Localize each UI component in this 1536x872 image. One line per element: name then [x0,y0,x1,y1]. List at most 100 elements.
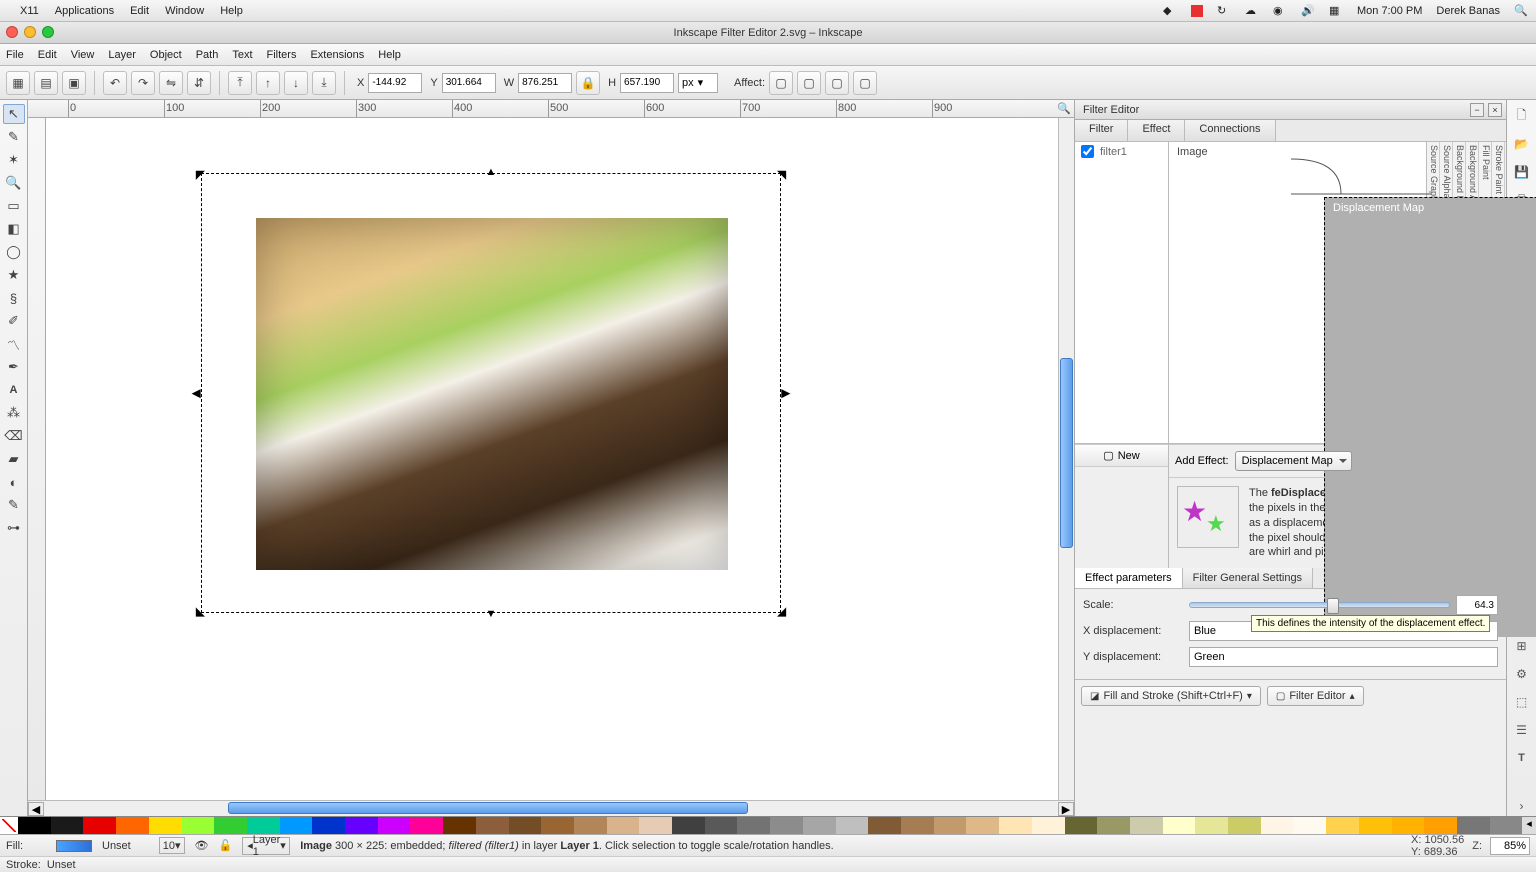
x-input[interactable] [368,73,422,93]
menu-edit[interactable]: Edit [130,5,149,17]
color-swatch[interactable] [149,817,182,834]
deselect-icon[interactable]: ▣ [62,71,86,95]
menu-layer[interactable]: Layer [108,49,136,61]
menu-view[interactable]: View [71,49,95,61]
scale-slider[interactable] [1189,602,1450,608]
canvas[interactable]: ◤ ◥ ◣ ◢ ▲ ▼ ◀ ▶ [46,118,1058,800]
menu-object[interactable]: Object [150,49,182,61]
visibility-icon[interactable]: 👁 [195,839,209,852]
save-icon[interactable]: 💾 [1511,162,1533,182]
color-swatch[interactable] [247,817,280,834]
menu-extensions[interactable]: Extensions [310,49,364,61]
menubar-user[interactable]: Derek Banas [1436,5,1500,17]
text-tool-icon[interactable]: A [3,380,25,400]
scroll-right-icon[interactable]: ▶ [1058,802,1074,816]
spotlight-icon[interactable]: 🔍 [1514,4,1528,18]
filter-editor-dialog-button[interactable]: ▢ Filter Editor ▴ [1267,686,1364,706]
lock-icon[interactable]: 🔓 [219,839,233,852]
color-swatch[interactable] [280,817,313,834]
color-swatch[interactable] [1392,817,1425,834]
menu-edit[interactable]: Edit [38,49,57,61]
palette-menu-icon[interactable]: ◂ [1522,817,1536,834]
color-swatch[interactable] [737,817,770,834]
fill-stroke-dialog-button[interactable]: ◪ Fill and Stroke (Shift+Ctrl+F) ▾ [1081,686,1261,706]
effect-list[interactable]: Image Displacement Map [1169,142,1426,443]
spiral-tool-icon[interactable]: § [3,288,25,308]
scrollbar-vertical[interactable] [1058,118,1074,800]
affect-corners-icon[interactable]: ▢ [797,71,821,95]
fill-indicator[interactable] [56,840,92,852]
y-disp-dropdown[interactable]: Green [1189,647,1498,667]
color-swatch[interactable] [1228,817,1261,834]
menu-text[interactable]: Text [232,49,252,61]
text-props-icon[interactable]: T [1511,748,1533,768]
color-swatch[interactable] [51,817,84,834]
color-swatch[interactable] [607,817,640,834]
xml-editor-icon[interactable]: ⬚ [1511,692,1533,712]
color-swatch[interactable] [966,817,999,834]
color-swatch[interactable] [509,817,542,834]
color-swatch[interactable] [803,817,836,834]
align-icon[interactable]: ☰ [1511,720,1533,740]
cloud-icon[interactable]: ☁ [1245,4,1259,18]
more-icon[interactable]: › [1511,796,1533,816]
flip-v-icon[interactable]: ⇵ [187,71,211,95]
embedded-image[interactable] [256,218,728,570]
scale-input[interactable] [1456,595,1498,615]
menu-file[interactable]: File [6,49,24,61]
flip-h-icon[interactable]: ⇋ [159,71,183,95]
color-swatch[interactable] [476,817,509,834]
color-swatch[interactable] [116,817,149,834]
rect-tool-icon[interactable]: ▭ [3,196,25,216]
w-input[interactable] [518,73,572,93]
panel-min-icon[interactable]: − [1470,103,1484,117]
zoom-input[interactable] [1490,837,1530,855]
menu-help[interactable]: Help [378,49,401,61]
color-swatch[interactable] [541,817,574,834]
raise-top-icon[interactable]: ⤒ [228,71,252,95]
lower-icon[interactable]: ↓ [284,71,308,95]
effect-row-selected[interactable]: Displacement Map [1324,197,1536,637]
affect-gradient-icon[interactable]: ▢ [825,71,849,95]
color-swatch[interactable] [1424,817,1457,834]
new-doc-icon[interactable]: 🗋 [1511,106,1533,126]
lower-bottom-icon[interactable]: ⤓ [312,71,336,95]
color-swatch[interactable] [443,817,476,834]
node-tool-icon[interactable]: ✎ [3,127,25,147]
guides-icon[interactable]: ⊞ [1511,636,1533,656]
affect-stroke-icon[interactable]: ▢ [769,71,793,95]
affect-pattern-icon[interactable]: ▢ [853,71,877,95]
evernote-icon[interactable]: ◆ [1163,4,1177,18]
rotate-ccw-icon[interactable]: ↶ [103,71,127,95]
h-input[interactable] [620,73,674,93]
opacity-spin[interactable]: 10▾ [159,837,185,854]
zoom-fit-icon[interactable]: 🔍 [1057,102,1071,115]
color-swatch[interactable] [1163,817,1196,834]
color-swatch[interactable] [1097,817,1130,834]
color-swatch[interactable] [901,817,934,834]
tweak-tool-icon[interactable]: ✶ [3,150,25,170]
menu-path[interactable]: Path [196,49,219,61]
tab-effect-parameters[interactable]: Effect parameters [1075,568,1183,588]
tab-connections[interactable]: Connections [1185,120,1275,141]
color-swatch[interactable] [1195,817,1228,834]
color-swatch[interactable] [705,817,738,834]
scrollbar-horizontal[interactable]: ◀ ▶ [28,800,1074,816]
color-swatch[interactable] [1359,817,1392,834]
color-swatch[interactable] [574,817,607,834]
tab-filter-general[interactable]: Filter General Settings [1183,568,1313,588]
eraser-tool-icon[interactable]: ⌫ [3,426,25,446]
dropper-tool-icon[interactable]: ✎ [3,495,25,515]
color-swatch[interactable] [1130,817,1163,834]
color-swatch[interactable] [182,817,215,834]
selector-tool-icon[interactable]: ↖ [3,104,25,124]
record-icon[interactable] [1191,5,1203,17]
menu-help[interactable]: Help [220,5,243,17]
color-swatch[interactable] [410,817,443,834]
unit-dropdown[interactable]: px▾ [678,73,718,93]
scrollbar-thumb[interactable] [228,802,748,814]
color-swatch[interactable] [836,817,869,834]
color-swatch[interactable] [672,817,705,834]
close-button[interactable] [6,26,18,38]
color-swatch[interactable] [83,817,116,834]
